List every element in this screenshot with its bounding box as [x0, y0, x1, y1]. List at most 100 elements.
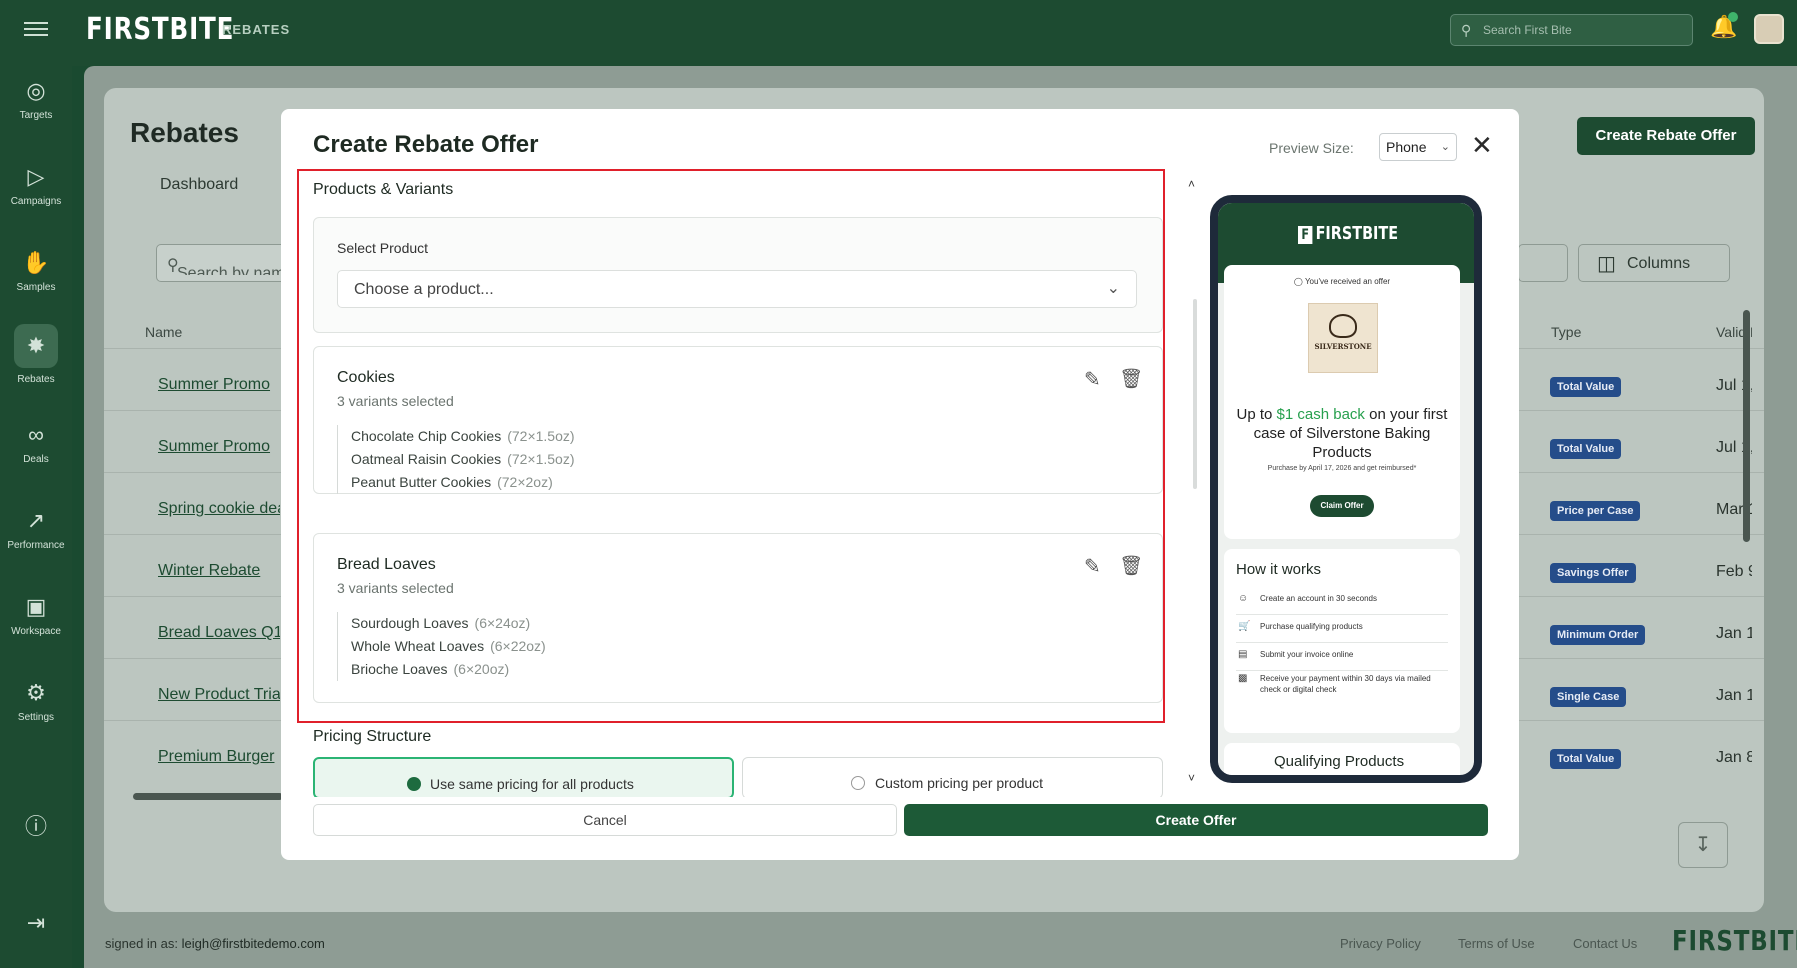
sidebar-item-performance[interactable]: ↗ Performance	[0, 508, 72, 551]
tab-dashboard[interactable]: Dashboard	[160, 176, 238, 194]
create-rebate-offer-button[interactable]: Create Rebate Offer	[1577, 117, 1755, 155]
edit-icon[interactable]: ✎	[1084, 554, 1101, 579]
product-select-placeholder: Choose a product...	[354, 281, 494, 298]
cancel-button[interactable]: Cancel	[313, 804, 897, 836]
megaphone-icon: ▷	[27, 164, 45, 189]
table-row-name[interactable]: Spring cookie deal	[158, 500, 280, 518]
pricing-option-same[interactable]: Use same pricing for all products	[313, 757, 734, 797]
list-item: Oatmeal Raisin Cookies (72×1.5oz)	[351, 451, 575, 467]
table-row-name[interactable]: Summer Promo	[158, 438, 280, 456]
logo-mark-icon: F	[1298, 226, 1313, 244]
sidebar-item-targets[interactable]: ◎ Targets	[0, 78, 72, 121]
offer-headline: Up to $1 cash back on your first case of…	[1236, 406, 1448, 461]
pricing-section-title: Pricing Structure	[313, 728, 432, 745]
menu-icon[interactable]	[24, 18, 48, 40]
columns-button[interactable]: ◫ Columns	[1578, 244, 1730, 282]
help-button[interactable]: ⓘ	[0, 814, 72, 840]
qualifying-products-card: Qualifying Products	[1224, 743, 1460, 775]
offer-card: ◯ You've received an offer SILVERSTONE U…	[1224, 265, 1460, 539]
section-tag: REBATES	[222, 22, 291, 37]
global-search-input[interactable]: ⚲ Search First Bite	[1450, 14, 1693, 46]
column-header-type[interactable]: Type	[1551, 324, 1581, 340]
type-badge: Single Case	[1550, 687, 1627, 707]
select-product-label: Select Product	[337, 240, 429, 256]
table-search-input[interactable]: ⚲ Search by name	[156, 244, 286, 282]
contact-us-link[interactable]: Contact Us	[1573, 936, 1637, 951]
product-card-bread-loaves: Bread Loaves 3 variants selected Sourdou…	[313, 533, 1163, 703]
sidebar-item-settings[interactable]: ⚙ Settings	[0, 680, 72, 723]
list-item: Sourdough Loaves (6×24oz)	[351, 615, 531, 631]
sidebar-item-samples[interactable]: ✋ Samples	[0, 250, 72, 293]
chevron-down-icon: ⌄	[1440, 141, 1450, 153]
sidebar-item-label: Performance	[7, 540, 65, 551]
type-badge: Total Value	[1550, 439, 1622, 459]
sidebar-item-label: Rebates	[17, 374, 55, 385]
sidebar-item-campaigns[interactable]: ▷ Campaigns	[0, 164, 72, 207]
vertical-scrollbar[interactable]	[1743, 310, 1750, 542]
close-icon[interactable]: ✕	[1471, 132, 1493, 158]
table-row-valid: Jan 8	[1716, 749, 1752, 766]
terms-of-use-link[interactable]: Terms of Use	[1458, 936, 1535, 951]
create-offer-button[interactable]: Create Offer	[904, 804, 1488, 836]
type-badge: Savings Offer	[1550, 563, 1636, 583]
sidebar-item-deals[interactable]: ∞ Deals	[0, 422, 72, 465]
logout-icon: ⇥	[26, 910, 46, 935]
product-name: Bread Loaves	[337, 556, 436, 573]
table-row-valid: Feb 9	[1716, 563, 1752, 580]
variant-count: 3 variants selected	[337, 393, 454, 409]
sidebar-item-label: Settings	[17, 712, 55, 723]
radio-unselected	[851, 776, 865, 790]
create-rebate-offer-modal: Create Rebate Offer Preview Size: Phone …	[281, 109, 1519, 860]
table-row-name[interactable]: Bread Loaves Q1	[158, 624, 280, 642]
table-row-name[interactable]: Winter Rebate	[158, 562, 280, 580]
edit-icon[interactable]: ✎	[1084, 367, 1101, 392]
claim-offer-button[interactable]: Claim Offer	[1310, 495, 1374, 517]
notification-badge	[1728, 12, 1738, 22]
invoice-icon: ▤	[1238, 649, 1248, 660]
cash-icon: ▩	[1238, 673, 1248, 684]
table-row-name[interactable]: Premium Burger	[158, 748, 280, 766]
sidebar-item-label: Deals	[23, 454, 49, 465]
trash-icon[interactable]: 🗑	[1119, 367, 1143, 391]
filter-button[interactable]	[1518, 244, 1568, 282]
modal-title: Create Rebate Offer	[313, 131, 539, 158]
how-it-works-title: How it works	[1236, 561, 1322, 578]
list-item: 🛒 Purchase qualifying products	[1236, 621, 1448, 643]
variant-count: 3 variants selected	[337, 580, 454, 596]
product-card-cookies: Cookies 3 variants selected Chocolate Ch…	[313, 346, 1163, 494]
offer-fine-print: Purchase by April 17, 2026 and get reimb…	[1267, 465, 1417, 472]
variant-list: Chocolate Chip Cookies (72×1.5oz) Oatmeal…	[337, 425, 575, 494]
gear-icon: ⚙	[26, 680, 46, 705]
chevron-down-icon[interactable]: ˅	[1188, 771, 1195, 785]
type-badge: Price per Case	[1550, 501, 1641, 521]
sidebar-item-rebates[interactable]: ✸ Rebates	[0, 324, 72, 385]
product-select[interactable]: Choose a product... ⌄	[337, 270, 1137, 308]
sidebar-item-workspace[interactable]: ▣ Workspace	[0, 594, 72, 637]
table-row-name[interactable]: New Product Trial	[158, 686, 280, 704]
product-name: Cookies	[337, 369, 395, 386]
column-header-name[interactable]: Name	[145, 324, 182, 340]
top-bar: FIRSTBITE REBATES ⚲ Search First Bite 🔔	[0, 0, 1797, 66]
how-it-works-card: How it works ☺ Create an account in 30 se…	[1224, 549, 1460, 733]
phone-logo: F FIRSTBITE	[1298, 223, 1398, 244]
global-search-placeholder: Search First Bite	[1483, 23, 1572, 37]
list-item: ▤ Submit your invoice online	[1236, 649, 1448, 671]
table-row-name[interactable]: Summer Promo	[158, 376, 280, 394]
trash-icon[interactable]: 🗑	[1119, 554, 1143, 578]
download-button[interactable]: ↧	[1678, 822, 1728, 868]
phone-preview: F FIRSTBITE ◯ You've received an offer SI…	[1210, 195, 1482, 783]
sidebar-item-label: Campaigns	[10, 196, 62, 207]
offer-received-text: ◯ You've received an offer	[1293, 277, 1391, 286]
horizontal-scrollbar[interactable]	[133, 793, 283, 800]
privacy-policy-link[interactable]: Privacy Policy	[1340, 936, 1421, 951]
avatar[interactable]	[1754, 14, 1784, 44]
preview-size-select[interactable]: Phone ⌄	[1379, 133, 1457, 161]
logout-button[interactable]: ⇥	[0, 910, 72, 936]
list-item: Brioche Loaves (6×20oz)	[351, 661, 510, 677]
list-item: Chocolate Chip Cookies (72×1.5oz)	[351, 428, 575, 444]
pricing-option-custom[interactable]: Custom pricing per product	[742, 757, 1163, 797]
form-scrollbar[interactable]	[1193, 299, 1197, 489]
chevron-up-icon[interactable]: ˄	[1188, 177, 1195, 191]
app-logo[interactable]: FIRSTBITE	[86, 12, 234, 47]
page-title: Rebates	[130, 117, 239, 148]
